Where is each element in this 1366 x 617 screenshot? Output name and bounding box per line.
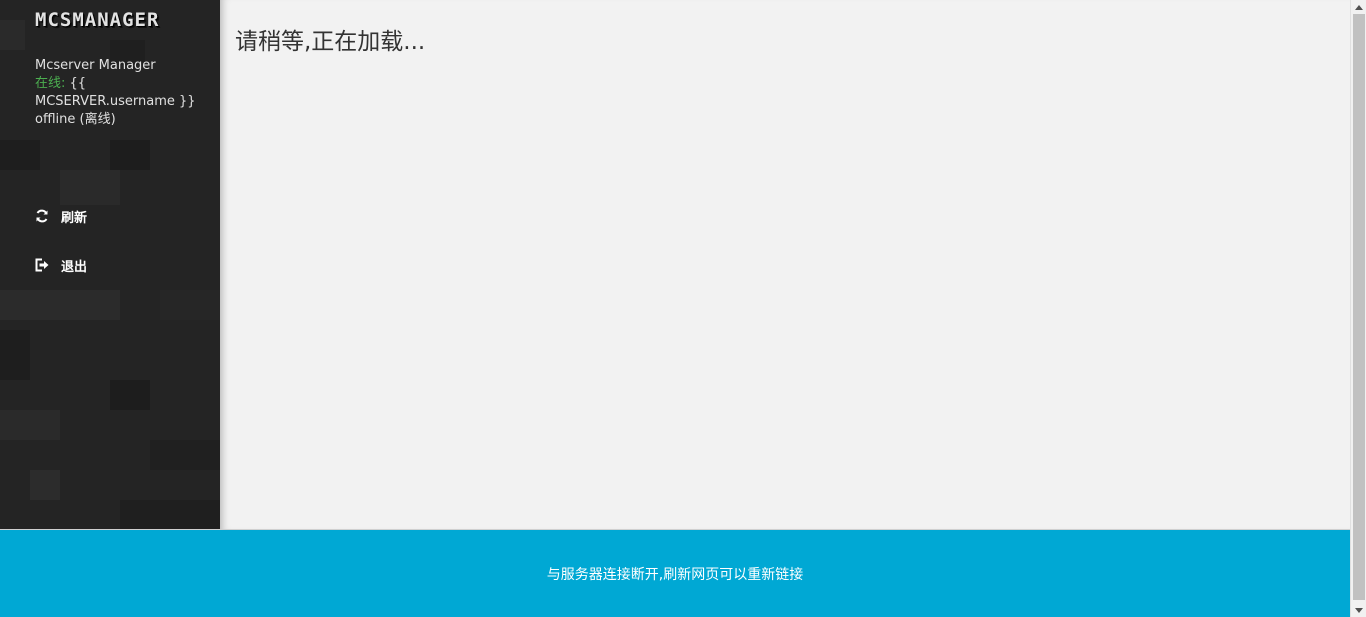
scroll-down-arrow-icon[interactable] [1351,603,1366,617]
disconnect-banner: 与服务器连接断开,刷新网页可以重新链接 [0,529,1350,617]
logout-label: 退出 [61,259,88,275]
refresh-button[interactable]: 刷新 [35,205,87,227]
online-label: 在线: [35,76,66,91]
loading-message: 请稍等,正在加载... [235,29,426,55]
user-info: Mcserver Manager 在线: {{ MCSERVER.usernam… [35,57,215,129]
main-content: 请稍等,正在加载... [220,0,1350,529]
refresh-label: 刷新 [61,210,88,226]
scroll-thumb[interactable] [1353,14,1365,600]
app-name: Mcserver Manager [35,58,156,73]
refresh-icon [35,209,49,223]
logout-button[interactable]: 退出 [35,254,87,276]
scroll-up-arrow-icon[interactable] [1351,0,1366,14]
online-line: 在线: {{ MCSERVER.username }} [35,75,215,111]
sidebar: MCSMANAGER Mcserver Manager 在线: {{ MCSER… [0,0,220,529]
connection-status: offline (离线) [35,112,116,127]
disconnect-message: 与服务器连接断开,刷新网页可以重新链接 [546,566,804,583]
page-scrollbar[interactable] [1350,0,1366,617]
logout-icon [35,258,49,272]
app-logo: MCSMANAGER [35,9,160,31]
